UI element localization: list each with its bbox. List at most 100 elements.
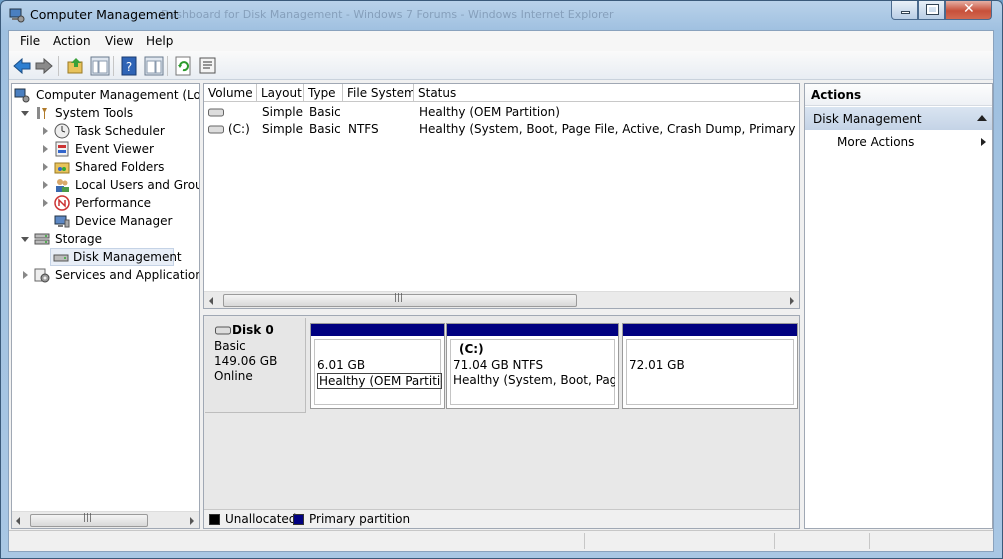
menu-help[interactable]: Help [146, 34, 173, 48]
actions-header: Actions [805, 84, 992, 106]
properties-icon[interactable] [198, 56, 218, 76]
status-divider [584, 533, 585, 549]
cell-file-system [348, 105, 414, 122]
tree-item-event-viewer[interactable]: Event Viewer [14, 140, 199, 158]
scrollbar-thumb[interactable]: ||| [30, 513, 148, 527]
menu-action[interactable]: Action [53, 34, 91, 48]
close-icon: ✕ [963, 1, 975, 17]
tree-label: Computer Management (Local [36, 88, 200, 102]
clock-icon [54, 123, 70, 139]
status-bar [9, 530, 993, 551]
computer-management-icon [9, 8, 25, 23]
table-row[interactable]: (C:) Simple Basic NTFS Healthy (System, … [204, 121, 799, 138]
more-actions-item[interactable]: More Actions [805, 132, 992, 152]
volume-icon [208, 125, 224, 134]
partition-oem[interactable]: 6.01 GB Healthy (OEM Partition) [310, 323, 445, 409]
navigation-tree[interactable]: Computer Management (Local System Tools … [11, 83, 200, 529]
disk-name: Disk 0 [232, 323, 274, 337]
partition-c[interactable]: (C:) 71.04 GB NTFS Healthy (System, Boot… [446, 323, 619, 409]
menu-file[interactable]: File [20, 34, 40, 48]
actions-pane: Actions Disk Management More Actions [804, 83, 993, 529]
show-hide-action-pane-icon[interactable] [144, 56, 164, 76]
expand-arrow-icon[interactable] [43, 163, 48, 171]
refresh-icon[interactable] [174, 56, 194, 76]
scroll-right-icon[interactable] [190, 517, 194, 525]
tree-item-disk-management[interactable]: Disk Management [50, 248, 182, 266]
show-hide-tree-icon[interactable] [90, 56, 110, 76]
cell-file-system: NTFS [348, 122, 379, 136]
volume-list-horizontal-scrollbar[interactable]: ||| [204, 291, 799, 308]
expand-arrow-icon[interactable] [43, 181, 48, 189]
partition-status: Healthy (OEM Partition) [317, 373, 442, 389]
tree-item-shared-folders[interactable]: Shared Folders [14, 158, 199, 176]
tree-item-storage[interactable]: Storage [14, 230, 199, 248]
scroll-left-icon[interactable] [16, 517, 20, 525]
computer-management-icon [14, 88, 30, 103]
scrollbar-thumb[interactable]: ||| [223, 293, 577, 307]
legend-primary-partition: Primary partition [309, 512, 411, 526]
table-row[interactable]: Simple Basic Healthy (OEM Partition) [204, 104, 799, 121]
column-header-status[interactable]: Status [414, 84, 799, 102]
tree-item-performance[interactable]: Performance [14, 194, 199, 212]
expand-arrow-icon[interactable] [43, 127, 48, 135]
partition-label: (C:) [459, 342, 484, 356]
legend: Unallocated Primary partition [204, 509, 799, 528]
more-actions-label: More Actions [837, 135, 915, 149]
shared-folder-icon [54, 162, 70, 174]
cell-status: Healthy (System, Boot, Page File, Active… [419, 122, 799, 136]
collapse-arrow-icon[interactable] [977, 115, 987, 121]
partition-body: 6.01 GB Healthy (OEM Partition) [314, 339, 442, 405]
tree-label: Task Scheduler [75, 124, 165, 138]
disk-management-icon [53, 254, 69, 262]
tree-item-device-manager[interactable]: Device Manager [14, 212, 199, 230]
tree-item-system-tools[interactable]: System Tools [14, 104, 199, 122]
expand-arrow-icon[interactable] [43, 199, 48, 207]
menu-bar: File Action View Help [9, 31, 993, 51]
primary-partition-bar [623, 324, 797, 336]
tree-horizontal-scrollbar[interactable]: ||| [12, 511, 199, 528]
minimize-button[interactable] [891, 1, 918, 20]
partition-size: 72.01 GB [629, 358, 685, 372]
tree-item-computer-management[interactable]: Computer Management (Local [14, 86, 199, 104]
title-bar[interactable]: Computer Management Dashboard for Disk M… [1, 1, 1002, 29]
primary-partition-bar [311, 324, 444, 336]
expand-arrow-icon[interactable] [21, 237, 29, 242]
partition-body: (C:) 71.04 GB NTFS Healthy (System, Boot… [450, 339, 615, 405]
back-icon[interactable] [12, 56, 32, 76]
performance-icon [54, 195, 70, 211]
status-divider [869, 533, 870, 549]
tree-label: Shared Folders [75, 160, 165, 174]
scroll-right-icon[interactable] [790, 297, 794, 305]
expand-arrow-icon[interactable] [23, 271, 28, 279]
cell-volume [228, 105, 256, 122]
menu-view[interactable]: View [105, 34, 133, 48]
disk-label[interactable]: Disk 0 Basic 149.06 GB Online [205, 318, 306, 413]
tree-label: Device Manager [75, 214, 173, 228]
computer-management-window: Computer Management Dashboard for Disk M… [0, 0, 1003, 559]
column-header-volume[interactable]: Volume [204, 84, 257, 102]
column-header-file-system[interactable]: File System [343, 84, 414, 102]
legend-unallocated: Unallocated [225, 512, 297, 526]
cell-status: Healthy (OEM Partition) [419, 105, 560, 119]
tree-label: System Tools [55, 106, 134, 120]
disk-size: 149.06 GB [214, 354, 278, 368]
maximize-button[interactable] [918, 1, 945, 20]
tree-item-task-scheduler[interactable]: Task Scheduler [14, 122, 199, 140]
disk-icon [215, 326, 231, 335]
help-icon[interactable]: ? [120, 56, 140, 76]
close-button[interactable]: ✕ [945, 1, 992, 20]
actions-section-label: Disk Management [813, 112, 922, 126]
tree-item-services-and-applications[interactable]: Services and Applications [14, 266, 199, 284]
expand-arrow-icon[interactable] [43, 145, 48, 153]
column-header-type[interactable]: Type [304, 84, 343, 102]
scroll-left-icon[interactable] [209, 297, 213, 305]
cell-volume: (C:) [228, 122, 250, 136]
tree-item-local-users-and-groups[interactable]: Local Users and Groups [14, 176, 199, 194]
forward-icon[interactable] [34, 56, 54, 76]
partition-size: 71.04 GB NTFS [453, 358, 544, 372]
expand-arrow-icon[interactable] [21, 111, 29, 116]
up-folder-icon[interactable] [66, 56, 86, 76]
partition-unlettered[interactable]: 72.01 GB [622, 323, 798, 409]
actions-section-disk-management[interactable]: Disk Management [805, 107, 992, 130]
column-header-layout[interactable]: Layout [257, 84, 304, 102]
